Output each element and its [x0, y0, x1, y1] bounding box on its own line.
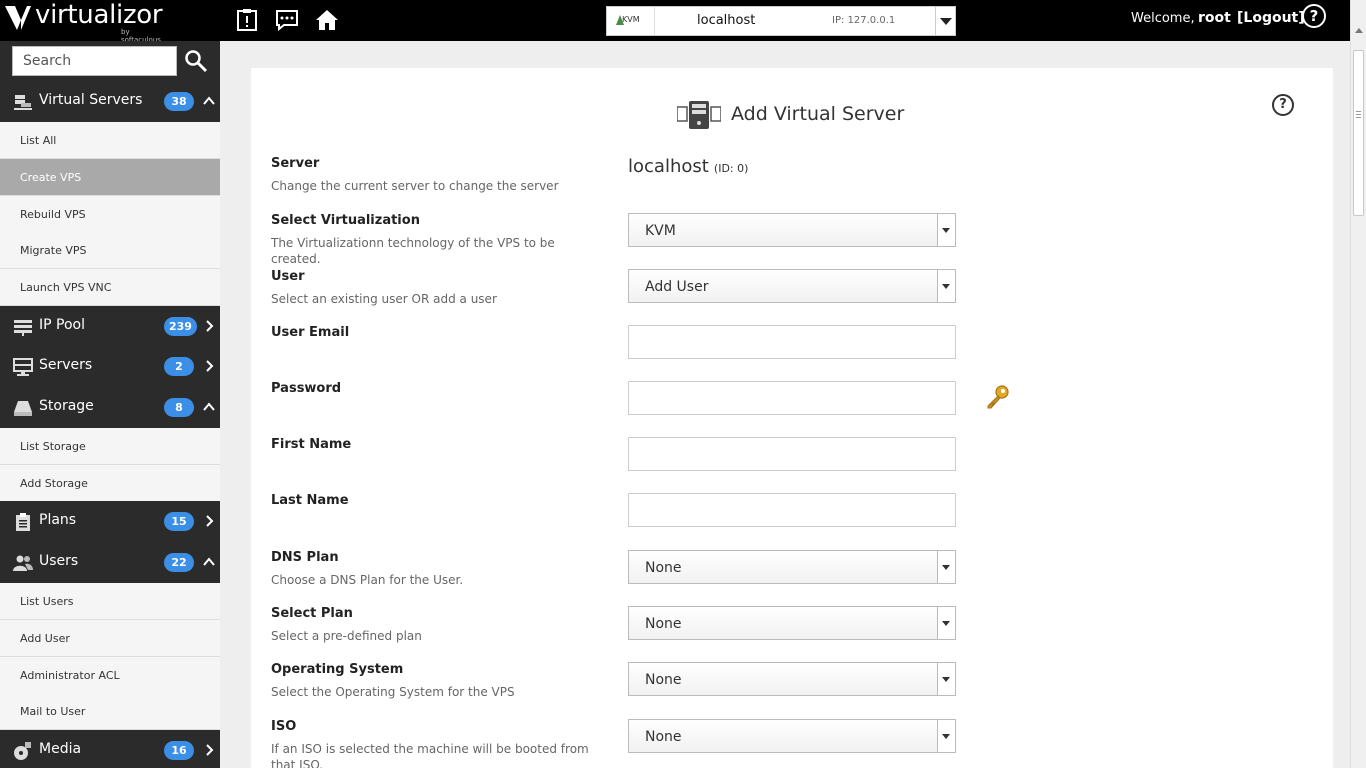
sidebar-item-administrator-acl[interactable]: Administrator ACL — [0, 657, 220, 694]
chevron-right-icon[interactable] — [202, 743, 216, 757]
chevron-up-icon[interactable] — [202, 94, 216, 108]
sidebar-search — [0, 41, 220, 81]
iso-select[interactable]: None — [628, 719, 956, 753]
count-badge: 2 — [164, 357, 194, 376]
main-content: Add Virtual Server ? Server Change the c… — [220, 41, 1350, 768]
server-virt-badge: KVM — [607, 7, 655, 35]
virtualization-select[interactable]: KVM — [628, 213, 956, 247]
help-icon[interactable]: ? — [1272, 94, 1294, 116]
form-row-virtualization: Select Virtualization The Virtualization… — [271, 213, 1311, 266]
sidebar-item-create-vps[interactable]: Create VPS — [0, 159, 220, 196]
sidebar-item-add-user[interactable]: Add User — [0, 620, 220, 657]
ip-pool-icon — [14, 320, 32, 336]
page-title: Add Virtual Server — [677, 99, 997, 131]
form-row-email: User Email — [271, 325, 1311, 375]
chevron-up-icon[interactable] — [202, 400, 216, 414]
user-email-input[interactable] — [628, 325, 956, 359]
logout-link[interactable]: [Logout] — [1237, 10, 1305, 26]
last-name-input[interactable] — [628, 493, 956, 527]
sidebar-section-ip-pool[interactable]: IP Pool 239 — [0, 306, 220, 347]
grip-icon — [1356, 111, 1361, 118]
count-badge: 8 — [164, 398, 194, 417]
search-icon[interactable] — [184, 49, 208, 73]
sidebar-item-launch-vps-vnc[interactable]: Launch VPS VNC — [0, 269, 220, 306]
key-icon[interactable] — [987, 385, 1011, 411]
virtual-servers-icon — [14, 95, 32, 110]
form-row-dns-plan: DNS Plan Choose a DNS Plan for the User.… — [271, 550, 1311, 600]
sidebar-section-virtual-servers[interactable]: Virtual Servers 38 — [0, 81, 220, 122]
chevron-right-icon[interactable] — [202, 514, 216, 528]
top-bar: virtualizor by softaculous KVM localhost… — [0, 0, 1366, 44]
chat-icon[interactable] — [275, 8, 299, 32]
form-row-plan: Select Plan Select a pre-defined plan No… — [271, 606, 1311, 656]
media-icon — [14, 742, 31, 760]
scroll-up-icon[interactable] — [1355, 28, 1363, 33]
servers-icon — [13, 358, 33, 376]
sidebar-item-migrate-vps[interactable]: Migrate VPS — [0, 232, 220, 269]
chevron-right-icon[interactable] — [202, 359, 216, 373]
plan-select[interactable]: None — [628, 606, 956, 640]
username: root — [1198, 10, 1231, 26]
brand-name: virtualizor — [35, 0, 163, 30]
form-row-server: Server Change the current server to chan… — [271, 156, 749, 193]
sidebar-item-list-all[interactable]: List All — [0, 122, 220, 159]
add-vs-panel: Add Virtual Server ? Server Change the c… — [251, 68, 1333, 768]
form-row-first-name: First Name — [271, 437, 1311, 487]
chevron-down-icon — [937, 607, 955, 639]
form-row-os: Operating System Select the Operating Sy… — [271, 662, 1311, 712]
welcome-text: Welcome, — [1131, 11, 1195, 26]
chevron-down-icon — [937, 720, 955, 752]
count-badge: 15 — [164, 512, 194, 531]
chevron-down-icon — [937, 214, 955, 246]
sidebar-section-storage[interactable]: Storage 8 — [0, 387, 220, 428]
search-input[interactable] — [12, 46, 177, 76]
storage-icon — [14, 401, 32, 416]
page-scrollbar[interactable] — [1350, 0, 1366, 768]
logo-mark-icon — [5, 6, 31, 30]
chevron-right-icon[interactable] — [202, 319, 216, 333]
server-host: localhost — [697, 13, 756, 28]
sidebar-item-rebuild-vps[interactable]: Rebuild VPS — [0, 196, 220, 233]
server-ip: IP: 127.0.0.1 — [832, 15, 896, 26]
sidebar-section-media[interactable]: Media 16 — [0, 730, 220, 768]
form-row-user: User Select an existing user OR add a us… — [271, 269, 1311, 319]
chevron-down-icon[interactable] — [935, 7, 955, 35]
scrollbar-thumb[interactable] — [1353, 50, 1364, 216]
form-row-last-name: Last Name — [271, 493, 1311, 543]
dns-plan-select[interactable]: None — [628, 550, 956, 584]
os-select[interactable]: None — [628, 662, 956, 696]
sidebar-item-list-storage[interactable]: List Storage — [0, 428, 220, 465]
clipboard-icon — [16, 513, 30, 531]
server-value: localhost (ID: 0) — [628, 156, 749, 177]
count-badge: 16 — [164, 741, 194, 760]
first-name-input[interactable] — [628, 437, 956, 471]
sidebar-section-servers[interactable]: Servers 2 — [0, 346, 220, 387]
sidebar-section-users[interactable]: Users 22 — [0, 542, 220, 583]
help-icon[interactable]: ? — [1302, 4, 1326, 28]
form-row-iso: ISO If an ISO is selected the machine wi… — [271, 719, 1311, 768]
count-badge: 38 — [164, 92, 194, 111]
sidebar-section-plans[interactable]: Plans 15 — [0, 501, 220, 542]
sidebar-item-mail-to-user[interactable]: Mail to User — [0, 693, 220, 730]
form-row-password: Password — [271, 381, 1311, 431]
users-icon — [13, 555, 33, 571]
chevron-up-icon[interactable] — [202, 555, 216, 569]
count-badge: 239 — [164, 317, 197, 336]
virtualizor-logo[interactable]: virtualizor by softaculous — [5, 0, 170, 44]
chevron-down-icon — [937, 270, 955, 302]
server-selector[interactable]: KVM localhost IP: 127.0.0.1 — [606, 6, 956, 36]
sidebar-item-add-storage[interactable]: Add Storage — [0, 465, 220, 502]
chevron-down-icon — [937, 551, 955, 583]
tasks-icon[interactable] — [235, 8, 259, 32]
chevron-down-icon — [937, 663, 955, 695]
count-badge: 22 — [164, 553, 194, 572]
home-icon[interactable] — [315, 8, 339, 32]
sidebar: Virtual Servers 38 List All Create VPS R… — [0, 41, 220, 768]
password-input[interactable] — [628, 381, 956, 415]
servers-title-icon — [677, 101, 721, 129]
sidebar-item-list-users[interactable]: List Users — [0, 583, 220, 620]
user-select[interactable]: Add User — [628, 269, 956, 303]
